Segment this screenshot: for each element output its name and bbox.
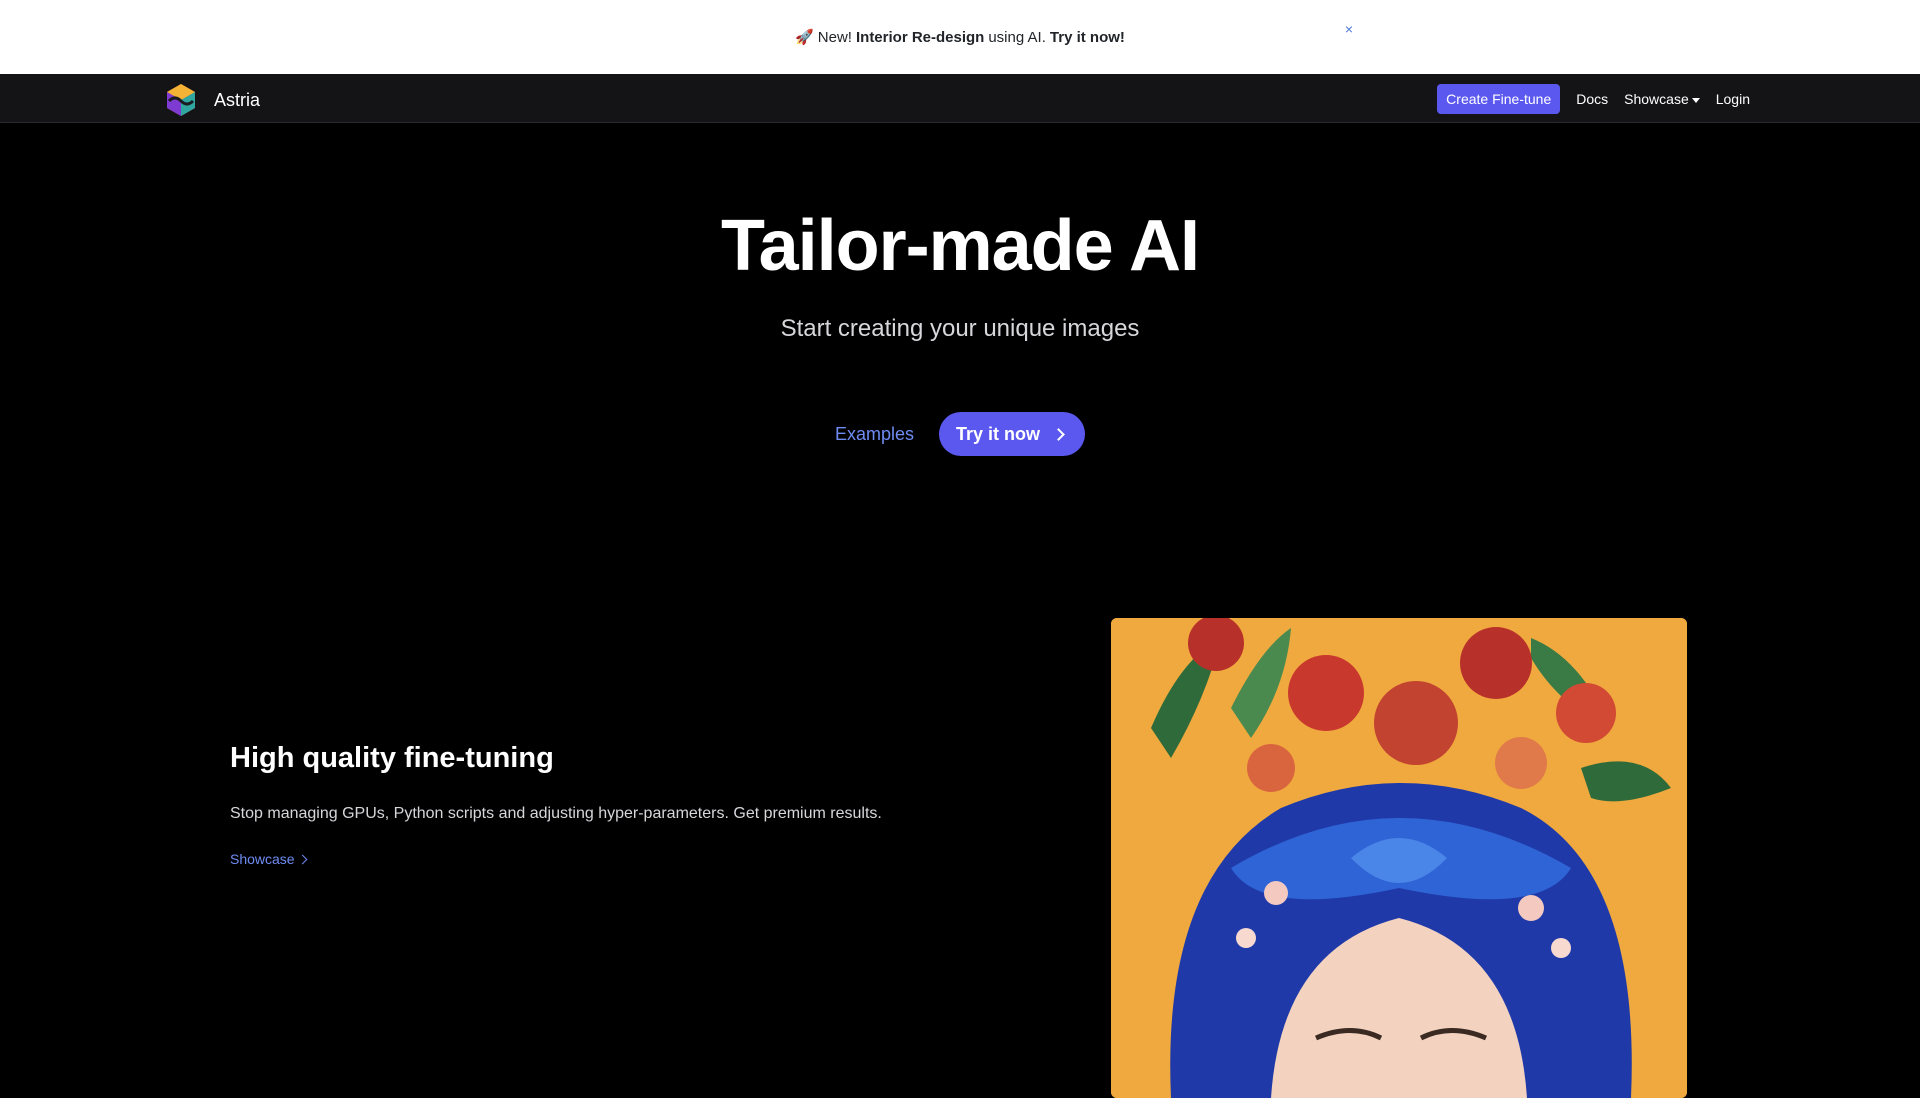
hero-actions: Examples Try it now	[0, 412, 1920, 456]
banner-new: New!	[817, 28, 852, 46]
banner-middle: using AI.	[988, 28, 1046, 46]
astria-logo-icon	[167, 84, 195, 116]
try-it-now-button[interactable]: Try it now	[939, 412, 1086, 456]
banner-highlight: Interior Re-design	[855, 28, 985, 46]
banner-text[interactable]: 🚀 New! Interior Re-design using AI. Try …	[795, 28, 1125, 47]
close-icon[interactable]: ×	[1342, 22, 1356, 36]
examples-link[interactable]: Examples	[835, 424, 914, 445]
nav-links: Create Fine-tune Docs Showcase Login	[1437, 84, 1750, 114]
feature-title: High quality fine-tuning	[230, 742, 554, 774]
nav-showcase-label: Showcase	[1624, 91, 1689, 107]
brand-name: Astria	[214, 89, 261, 110]
feature-description: Stop managing GPUs, Python scripts and a…	[230, 805, 882, 822]
feature-showcase-link[interactable]: Showcase	[230, 851, 308, 867]
chevron-right-icon	[297, 854, 308, 864]
chevron-right-icon	[1052, 427, 1065, 441]
announcement-banner: 🚀 New! Interior Re-design using AI. Try …	[0, 0, 1920, 74]
rocket-icon: 🚀	[795, 29, 814, 46]
showcase-artwork-image	[1111, 618, 1687, 1098]
hero-title: Tailor-made AI	[720, 206, 1200, 286]
top-navbar: Astria Create Fine-tune Docs Showcase Lo…	[0, 74, 1920, 123]
feature-showcase-label: Showcase	[230, 851, 295, 867]
nav-login-link[interactable]: Login	[1716, 91, 1750, 107]
nav-docs-link[interactable]: Docs	[1576, 91, 1608, 107]
hero-subtitle: Start creating your unique images	[780, 315, 1140, 342]
banner-cta[interactable]: Try it now!	[1050, 29, 1125, 46]
artwork-illustration	[1111, 618, 1687, 1098]
try-it-now-label: Try it now	[956, 423, 1041, 444]
nav-showcase-dropdown[interactable]: Showcase	[1624, 91, 1700, 107]
caret-down-icon	[1691, 97, 1700, 103]
brand-link[interactable]: Astria	[164, 83, 260, 117]
create-fine-tune-button[interactable]: Create Fine-tune	[1437, 84, 1561, 114]
